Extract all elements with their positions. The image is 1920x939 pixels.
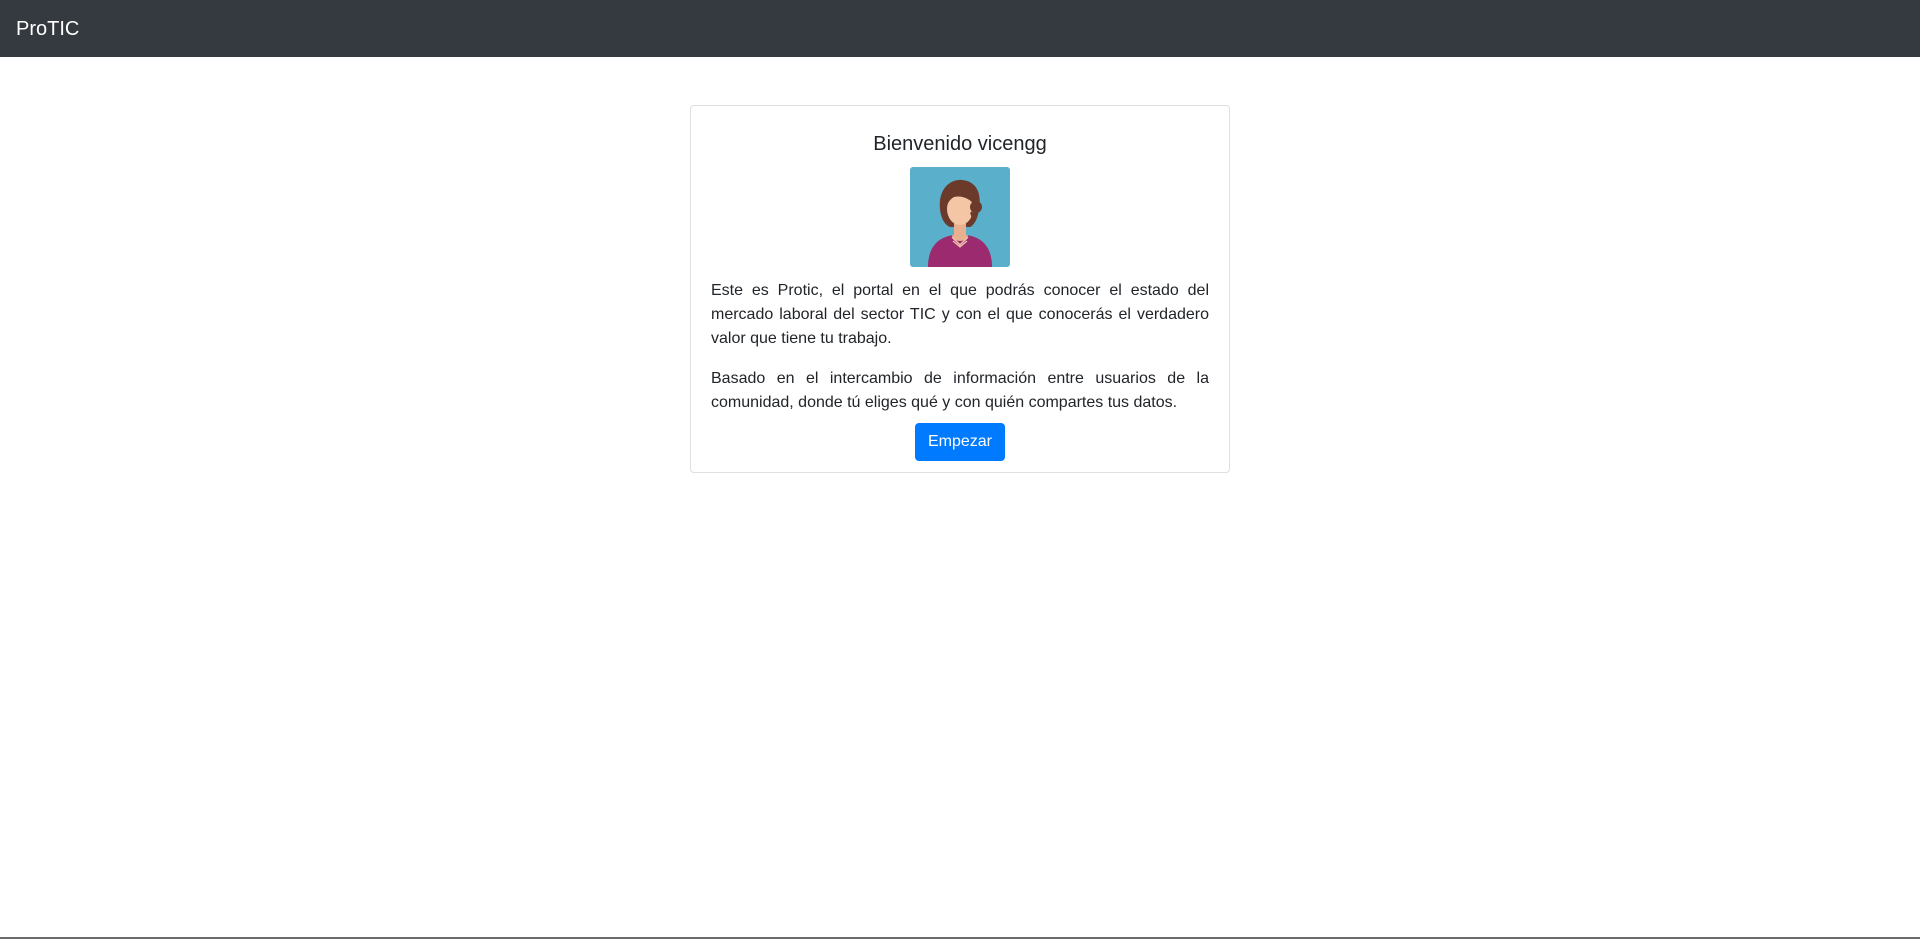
intro-paragraph: Este es Protic, el portal en el que podr…: [711, 282, 1209, 347]
woman-avatar-icon: [910, 167, 1010, 267]
start-button[interactable]: Empezar: [914, 423, 1006, 461]
welcome-card: Bienvenido vicengg Este es Protic, el po…: [690, 105, 1230, 473]
top-navbar: ProTIC: [0, 0, 1920, 57]
button-wrapper: Empezar: [711, 423, 1209, 461]
avatar: [910, 167, 1010, 267]
community-paragraph: Basado en el intercambio de información …: [711, 370, 1209, 411]
welcome-title: Bienvenido vicengg: [873, 133, 1047, 155]
brand-link[interactable]: ProTIC: [16, 19, 79, 39]
